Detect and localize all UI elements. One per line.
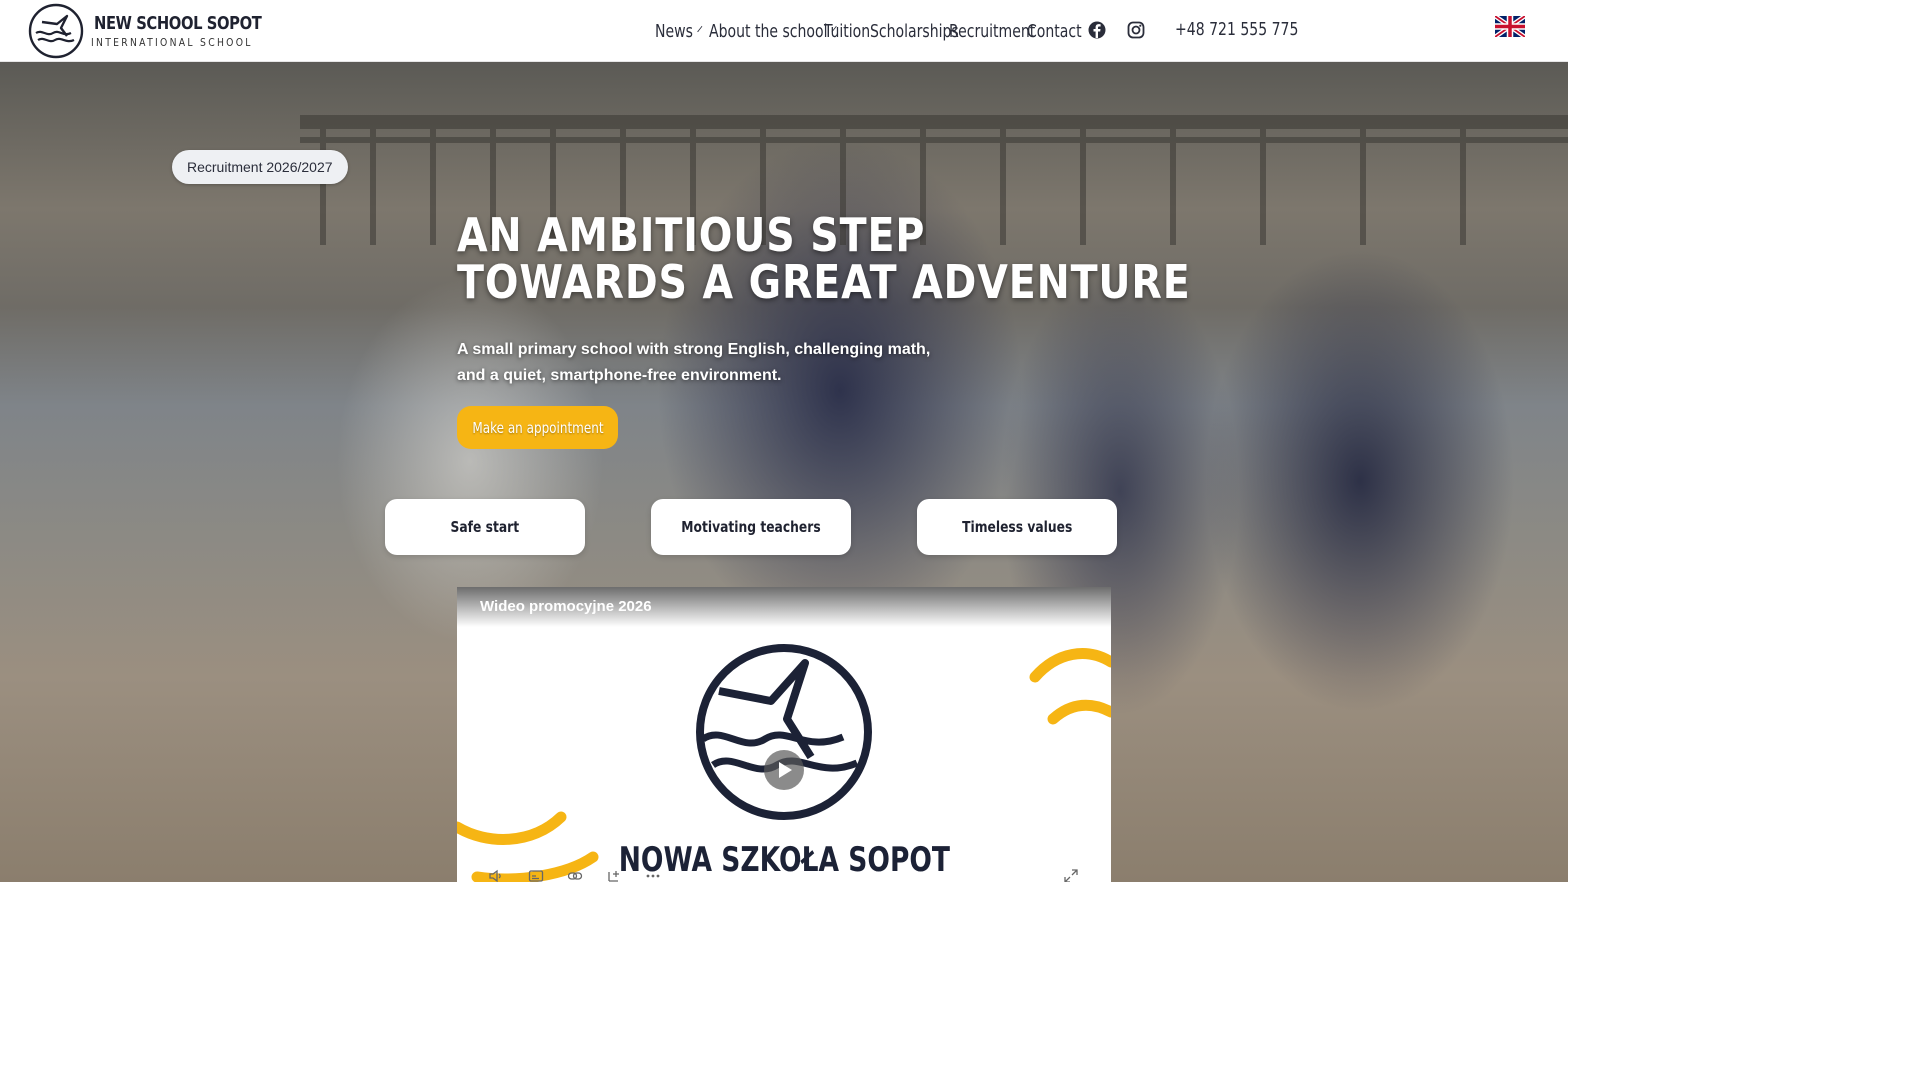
video-title[interactable]: Wideo promocyjne 2026 — [480, 598, 652, 615]
nav-item-scholarships[interactable]: Scholarships — [870, 21, 959, 42]
make-appointment-button[interactable]: Make an appointment — [457, 406, 618, 449]
nav-item-label: News — [655, 20, 693, 42]
recruitment-badge[interactable]: Recruitment 2026/2027 — [172, 150, 348, 184]
cta-label: Make an appointment — [471, 418, 604, 437]
video-brand-label: NOWA SZKOŁA SOPOT — [618, 840, 950, 880]
subtext-line: A small primary school with strong Engli… — [457, 341, 931, 358]
volume-icon[interactable] — [488, 868, 504, 882]
main-nav: News About the school Tuition Scholarshi… — [655, 18, 1082, 44]
promo-video-player[interactable]: Wideo promocyjne 2026 NOWA SZKOŁA SOPOT — [457, 587, 1111, 882]
nav-item-label: About the school — [709, 20, 828, 42]
chevron-down-icon — [697, 25, 703, 32]
nav-item-tuition[interactable]: Tuition — [824, 21, 870, 42]
headline-line: TOWARDS A GREAT ADVENTURE — [457, 255, 1191, 309]
brand-subtitle: INTERNATIONAL SCHOOL — [91, 37, 253, 49]
fullscreen-icon[interactable] — [1063, 868, 1079, 882]
school-logo — [696, 644, 872, 820]
play-button[interactable] — [764, 750, 804, 790]
add-icon[interactable] — [606, 868, 622, 882]
site-header: NEW SCHOOL SOPOT INTERNATIONAL SCHOOL Ne… — [0, 0, 1568, 62]
subtext-line: and a quiet, smartphone-free environment… — [457, 367, 782, 384]
feature-card-motivating-teachers[interactable]: Motivating teachers — [651, 499, 851, 555]
hero-headline: AN AMBITIOUS STEP TOWARDS A GREAT ADVENT… — [457, 212, 1191, 306]
decorative-swoosh — [1029, 648, 1111, 725]
nav-item-label: Tuition — [824, 20, 871, 42]
brand-name[interactable]: NEW SCHOOL SOPOT — [94, 13, 262, 34]
hero-subtext: A small primary school with strong Engli… — [457, 337, 977, 389]
video-brand-text: NOWA SZKOŁA SOPOT — [457, 840, 1111, 880]
captions-icon[interactable] — [528, 868, 544, 882]
instagram-icon[interactable] — [1127, 21, 1145, 39]
feature-card-timeless-values[interactable]: Timeless values — [917, 499, 1117, 555]
feature-label: Safe start — [450, 518, 520, 536]
nav-item-about[interactable]: About the school — [709, 21, 837, 42]
uk-flag-icon[interactable] — [1495, 16, 1525, 37]
nav-item-label: Scholarships — [870, 20, 959, 42]
nav-item-recruitment[interactable]: Recruitment — [949, 21, 1035, 42]
link-icon[interactable] — [567, 868, 583, 882]
facebook-icon[interactable] — [1088, 21, 1106, 39]
nav-item-label: Recruitment — [949, 20, 1036, 42]
feature-label: Timeless values — [961, 518, 1073, 536]
nav-item-contact[interactable]: Contact — [1027, 21, 1082, 42]
headline-line: AN AMBITIOUS STEP — [457, 208, 926, 262]
nav-item-news[interactable]: News — [655, 20, 703, 42]
school-logo[interactable] — [27, 2, 85, 60]
feature-label: Motivating teachers — [681, 518, 821, 536]
hero-section: Recruitment 2026/2027 AN AMBITIOUS STEP … — [0, 61, 1568, 882]
phone-number[interactable]: +48 721 555 775 — [1175, 19, 1298, 40]
more-icon[interactable] — [645, 868, 661, 882]
video-top-bar: Wideo promocyjne 2026 — [457, 587, 1111, 627]
feature-card-safe-start[interactable]: Safe start — [385, 499, 585, 555]
nav-item-label: Contact — [1027, 20, 1082, 42]
